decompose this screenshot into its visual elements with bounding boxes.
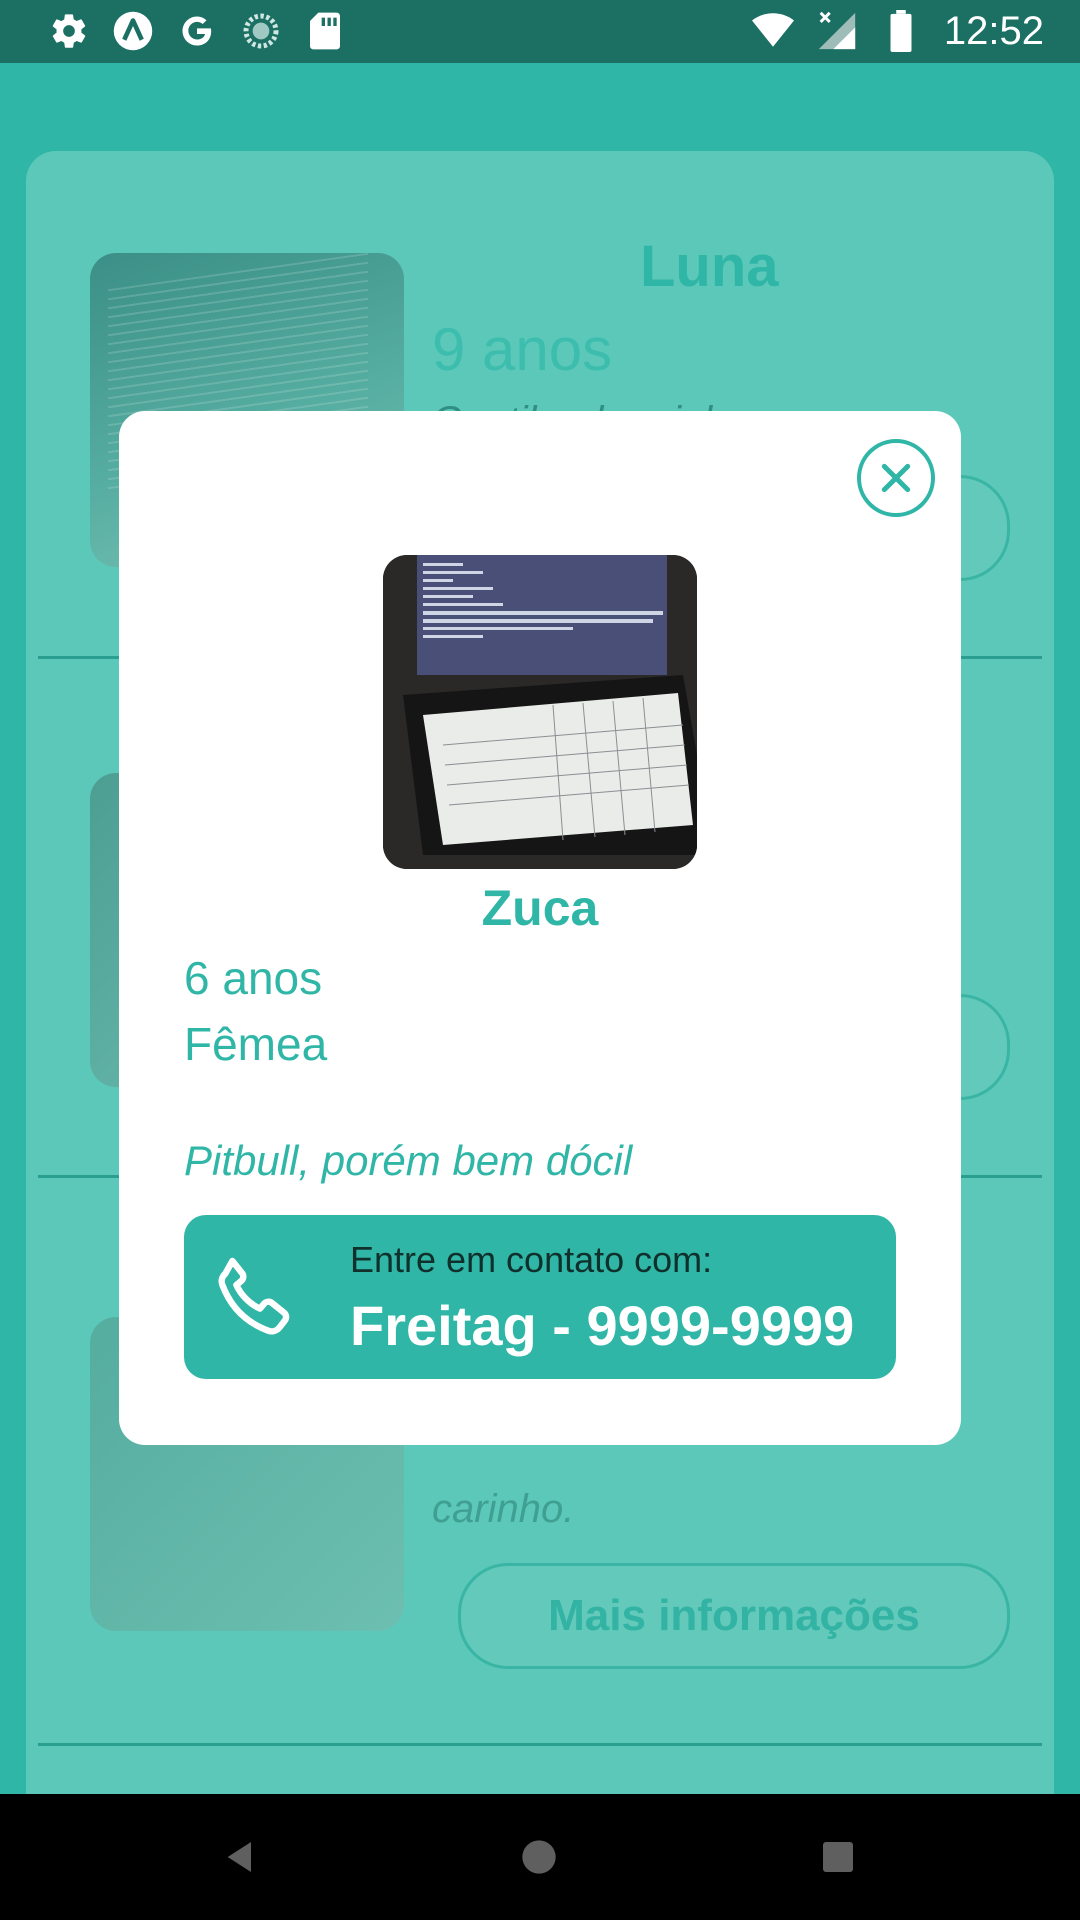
back-icon <box>227 1842 251 1872</box>
home-icon <box>522 1840 556 1874</box>
recents-icon <box>823 1842 853 1872</box>
phone-icon <box>218 1257 290 1335</box>
pet-name: Luna <box>640 234 779 299</box>
pet-detail-modal: Zuca 6 anos Fêmea Pitbull, porém bem dóc… <box>119 411 961 1445</box>
sync-icon <box>240 10 282 52</box>
app-a-icon <box>112 10 154 52</box>
row-divider <box>38 1743 1042 1746</box>
home-button[interactable] <box>516 1834 562 1880</box>
close-icon <box>881 463 911 493</box>
sd-card-icon <box>304 10 346 52</box>
more-info-button[interactable]: Mais informações <box>458 1563 1010 1669</box>
pet-photo <box>383 555 697 869</box>
wifi-icon <box>751 10 794 52</box>
navigation-bar <box>0 1794 1080 1920</box>
pet-age: 9 anos <box>432 316 613 383</box>
contact-label: Entre em contato com: <box>350 1239 713 1280</box>
signal-icon <box>816 10 858 52</box>
close-button[interactable] <box>857 439 935 517</box>
pet-description: carinho. <box>432 1487 575 1531</box>
clock: 12:52 <box>943 9 1044 53</box>
contact-button[interactable]: Entre em contato com: Freitag - 9999-999… <box>184 1215 896 1379</box>
pet-name: Zuca <box>481 880 599 936</box>
battery-icon <box>880 10 922 52</box>
pet-description: Pitbull, porém bem dócil <box>184 1137 633 1184</box>
recents-button[interactable] <box>815 1834 861 1880</box>
gear-icon <box>48 10 90 52</box>
contact-value: Freitag - 9999-9999 <box>350 1294 855 1357</box>
back-button[interactable] <box>218 1834 264 1880</box>
status-bar: 12:52 <box>0 0 1080 63</box>
pet-age: 6 anos <box>184 952 323 1004</box>
pet-gender: Fêmea <box>184 1018 328 1070</box>
google-icon <box>176 10 218 52</box>
